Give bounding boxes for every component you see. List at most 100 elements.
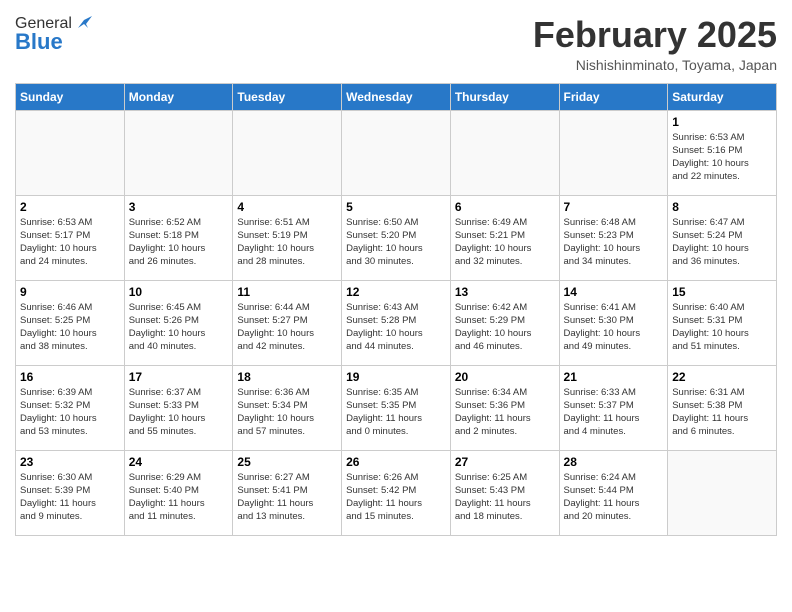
calendar-cell: 12 Sunrise: 6:43 AM Sunset: 5:28 PM Dayli… (342, 280, 451, 365)
calendar-cell: 18 Sunrise: 6:36 AM Sunset: 5:34 PM Dayli… (233, 365, 342, 450)
day-info: Sunrise: 6:49 AM Sunset: 5:21 PM Dayligh… (455, 216, 555, 269)
day-number: 23 (20, 455, 120, 469)
calendar-cell (668, 450, 777, 535)
day-number: 28 (564, 455, 664, 469)
day-info: Sunrise: 6:26 AM Sunset: 5:42 PM Dayligh… (346, 471, 446, 524)
calendar-cell: 25Sunrise: 6:27 AM Sunset: 5:41 PM Dayli… (233, 450, 342, 535)
calendar-week-row: 23 Sunrise: 6:30 AM Sunset: 5:39 PM Dayli… (16, 450, 777, 535)
day-info: Sunrise: 6:33 AM Sunset: 5:37 PM Dayligh… (564, 386, 664, 439)
calendar-cell: 20 Sunrise: 6:34 AM Sunset: 5:36 PM Dayli… (450, 365, 559, 450)
day-number: 6 (455, 200, 555, 214)
day-info: Sunrise: 6:53 AM Sunset: 5:16 PM Dayligh… (672, 131, 772, 184)
month-title: February 2025 (533, 15, 777, 55)
calendar-cell: 28 Sunrise: 6:24 AM Sunset: 5:44 PM Dayli… (559, 450, 668, 535)
day-number: 12 (346, 285, 446, 299)
column-header-monday: Monday (124, 83, 233, 110)
day-info: Sunrise: 6:44 AM Sunset: 5:27 PM Dayligh… (237, 301, 337, 354)
day-number: 14 (564, 285, 664, 299)
day-number: 8 (672, 200, 772, 214)
day-number: 19 (346, 370, 446, 384)
calendar-cell: 8 Sunrise: 6:47 AM Sunset: 5:24 PM Daylig… (668, 195, 777, 280)
day-info: Sunrise: 6:25 AM Sunset: 5:43 PM Dayligh… (455, 471, 555, 524)
calendar-cell (124, 110, 233, 195)
day-number: 11 (237, 285, 337, 299)
day-number: 15 (672, 285, 772, 299)
day-number: 21 (564, 370, 664, 384)
calendar-cell: 7 Sunrise: 6:48 AM Sunset: 5:23 PM Daylig… (559, 195, 668, 280)
day-info: Sunrise: 6:39 AM Sunset: 5:32 PM Dayligh… (20, 386, 120, 439)
calendar-cell: 17 Sunrise: 6:37 AM Sunset: 5:33 PM Dayli… (124, 365, 233, 450)
calendar-week-row: 2 Sunrise: 6:53 AM Sunset: 5:17 PM Daylig… (16, 195, 777, 280)
day-info: Sunrise: 6:42 AM Sunset: 5:29 PM Dayligh… (455, 301, 555, 354)
day-number: 17 (129, 370, 229, 384)
day-number: 27 (455, 455, 555, 469)
calendar-cell: 9Sunrise: 6:46 AM Sunset: 5:25 PM Daylig… (16, 280, 125, 365)
day-info: Sunrise: 6:45 AM Sunset: 5:26 PM Dayligh… (129, 301, 229, 354)
day-info: Sunrise: 6:27 AM Sunset: 5:41 PM Dayligh… (237, 471, 337, 524)
day-info: Sunrise: 6:51 AM Sunset: 5:19 PM Dayligh… (237, 216, 337, 269)
day-info: Sunrise: 6:35 AM Sunset: 5:35 PM Dayligh… (346, 386, 446, 439)
calendar-cell: 27 Sunrise: 6:25 AM Sunset: 5:43 PM Dayli… (450, 450, 559, 535)
day-number: 26 (346, 455, 446, 469)
calendar-cell: 10 Sunrise: 6:45 AM Sunset: 5:26 PM Dayli… (124, 280, 233, 365)
day-info: Sunrise: 6:50 AM Sunset: 5:20 PM Dayligh… (346, 216, 446, 269)
day-info: Sunrise: 6:34 AM Sunset: 5:36 PM Dayligh… (455, 386, 555, 439)
calendar-cell: 22Sunrise: 6:31 AM Sunset: 5:38 PM Dayli… (668, 365, 777, 450)
day-info: Sunrise: 6:52 AM Sunset: 5:18 PM Dayligh… (129, 216, 229, 269)
day-number: 5 (346, 200, 446, 214)
calendar-cell: 6 Sunrise: 6:49 AM Sunset: 5:21 PM Daylig… (450, 195, 559, 280)
header: General Blue February 2025 Nishishinmina… (15, 15, 777, 73)
calendar-cell: 13 Sunrise: 6:42 AM Sunset: 5:29 PM Dayli… (450, 280, 559, 365)
day-info: Sunrise: 6:47 AM Sunset: 5:24 PM Dayligh… (672, 216, 772, 269)
location: Nishishinminato, Toyama, Japan (533, 57, 777, 73)
day-info: Sunrise: 6:36 AM Sunset: 5:34 PM Dayligh… (237, 386, 337, 439)
day-info: Sunrise: 6:29 AM Sunset: 5:40 PM Dayligh… (129, 471, 229, 524)
day-number: 16 (20, 370, 120, 384)
calendar-cell (233, 110, 342, 195)
logo-bird-icon (74, 14, 92, 32)
calendar-cell (342, 110, 451, 195)
logo: General Blue (15, 15, 92, 55)
day-info: Sunrise: 6:48 AM Sunset: 5:23 PM Dayligh… (564, 216, 664, 269)
calendar-cell: 5 Sunrise: 6:50 AM Sunset: 5:20 PM Daylig… (342, 195, 451, 280)
calendar-cell: 3Sunrise: 6:52 AM Sunset: 5:18 PM Daylig… (124, 195, 233, 280)
column-header-thursday: Thursday (450, 83, 559, 110)
calendar-cell (16, 110, 125, 195)
calendar-cell: 2 Sunrise: 6:53 AM Sunset: 5:17 PM Daylig… (16, 195, 125, 280)
column-header-tuesday: Tuesday (233, 83, 342, 110)
day-info: Sunrise: 6:31 AM Sunset: 5:38 PM Dayligh… (672, 386, 772, 439)
calendar-week-row: 16 Sunrise: 6:39 AM Sunset: 5:32 PM Dayli… (16, 365, 777, 450)
day-number: 1 (672, 115, 772, 129)
calendar-cell: 21 Sunrise: 6:33 AM Sunset: 5:37 PM Dayli… (559, 365, 668, 450)
calendar-cell: 11 Sunrise: 6:44 AM Sunset: 5:27 PM Dayli… (233, 280, 342, 365)
calendar-cell: 16 Sunrise: 6:39 AM Sunset: 5:32 PM Dayli… (16, 365, 125, 450)
day-number: 2 (20, 200, 120, 214)
column-header-saturday: Saturday (668, 83, 777, 110)
day-info: Sunrise: 6:53 AM Sunset: 5:17 PM Dayligh… (20, 216, 120, 269)
day-number: 20 (455, 370, 555, 384)
day-number: 9 (20, 285, 120, 299)
calendar-cell (559, 110, 668, 195)
calendar-cell: 26 Sunrise: 6:26 AM Sunset: 5:42 PM Dayli… (342, 450, 451, 535)
title-area: February 2025 Nishishinminato, Toyama, J… (533, 15, 777, 73)
calendar-cell: 19 Sunrise: 6:35 AM Sunset: 5:35 PM Dayli… (342, 365, 451, 450)
calendar-cell: 14 Sunrise: 6:41 AM Sunset: 5:30 PM Dayli… (559, 280, 668, 365)
day-number: 18 (237, 370, 337, 384)
calendar-cell: 1 Sunrise: 6:53 AM Sunset: 5:16 PM Daylig… (668, 110, 777, 195)
day-number: 7 (564, 200, 664, 214)
calendar-cell: 23 Sunrise: 6:30 AM Sunset: 5:39 PM Dayli… (16, 450, 125, 535)
calendar-cell: 24 Sunrise: 6:29 AM Sunset: 5:40 PM Dayli… (124, 450, 233, 535)
logo-blue-text: Blue (15, 29, 63, 55)
day-number: 24 (129, 455, 229, 469)
day-info: Sunrise: 6:43 AM Sunset: 5:28 PM Dayligh… (346, 301, 446, 354)
day-info: Sunrise: 6:41 AM Sunset: 5:30 PM Dayligh… (564, 301, 664, 354)
day-number: 13 (455, 285, 555, 299)
day-info: Sunrise: 6:24 AM Sunset: 5:44 PM Dayligh… (564, 471, 664, 524)
day-number: 10 (129, 285, 229, 299)
calendar-header-row: SundayMondayTuesdayWednesdayThursdayFrid… (16, 83, 777, 110)
day-info: Sunrise: 6:37 AM Sunset: 5:33 PM Dayligh… (129, 386, 229, 439)
day-info: Sunrise: 6:40 AM Sunset: 5:31 PM Dayligh… (672, 301, 772, 354)
column-header-friday: Friday (559, 83, 668, 110)
calendar-week-row: 9Sunrise: 6:46 AM Sunset: 5:25 PM Daylig… (16, 280, 777, 365)
day-info: Sunrise: 6:30 AM Sunset: 5:39 PM Dayligh… (20, 471, 120, 524)
